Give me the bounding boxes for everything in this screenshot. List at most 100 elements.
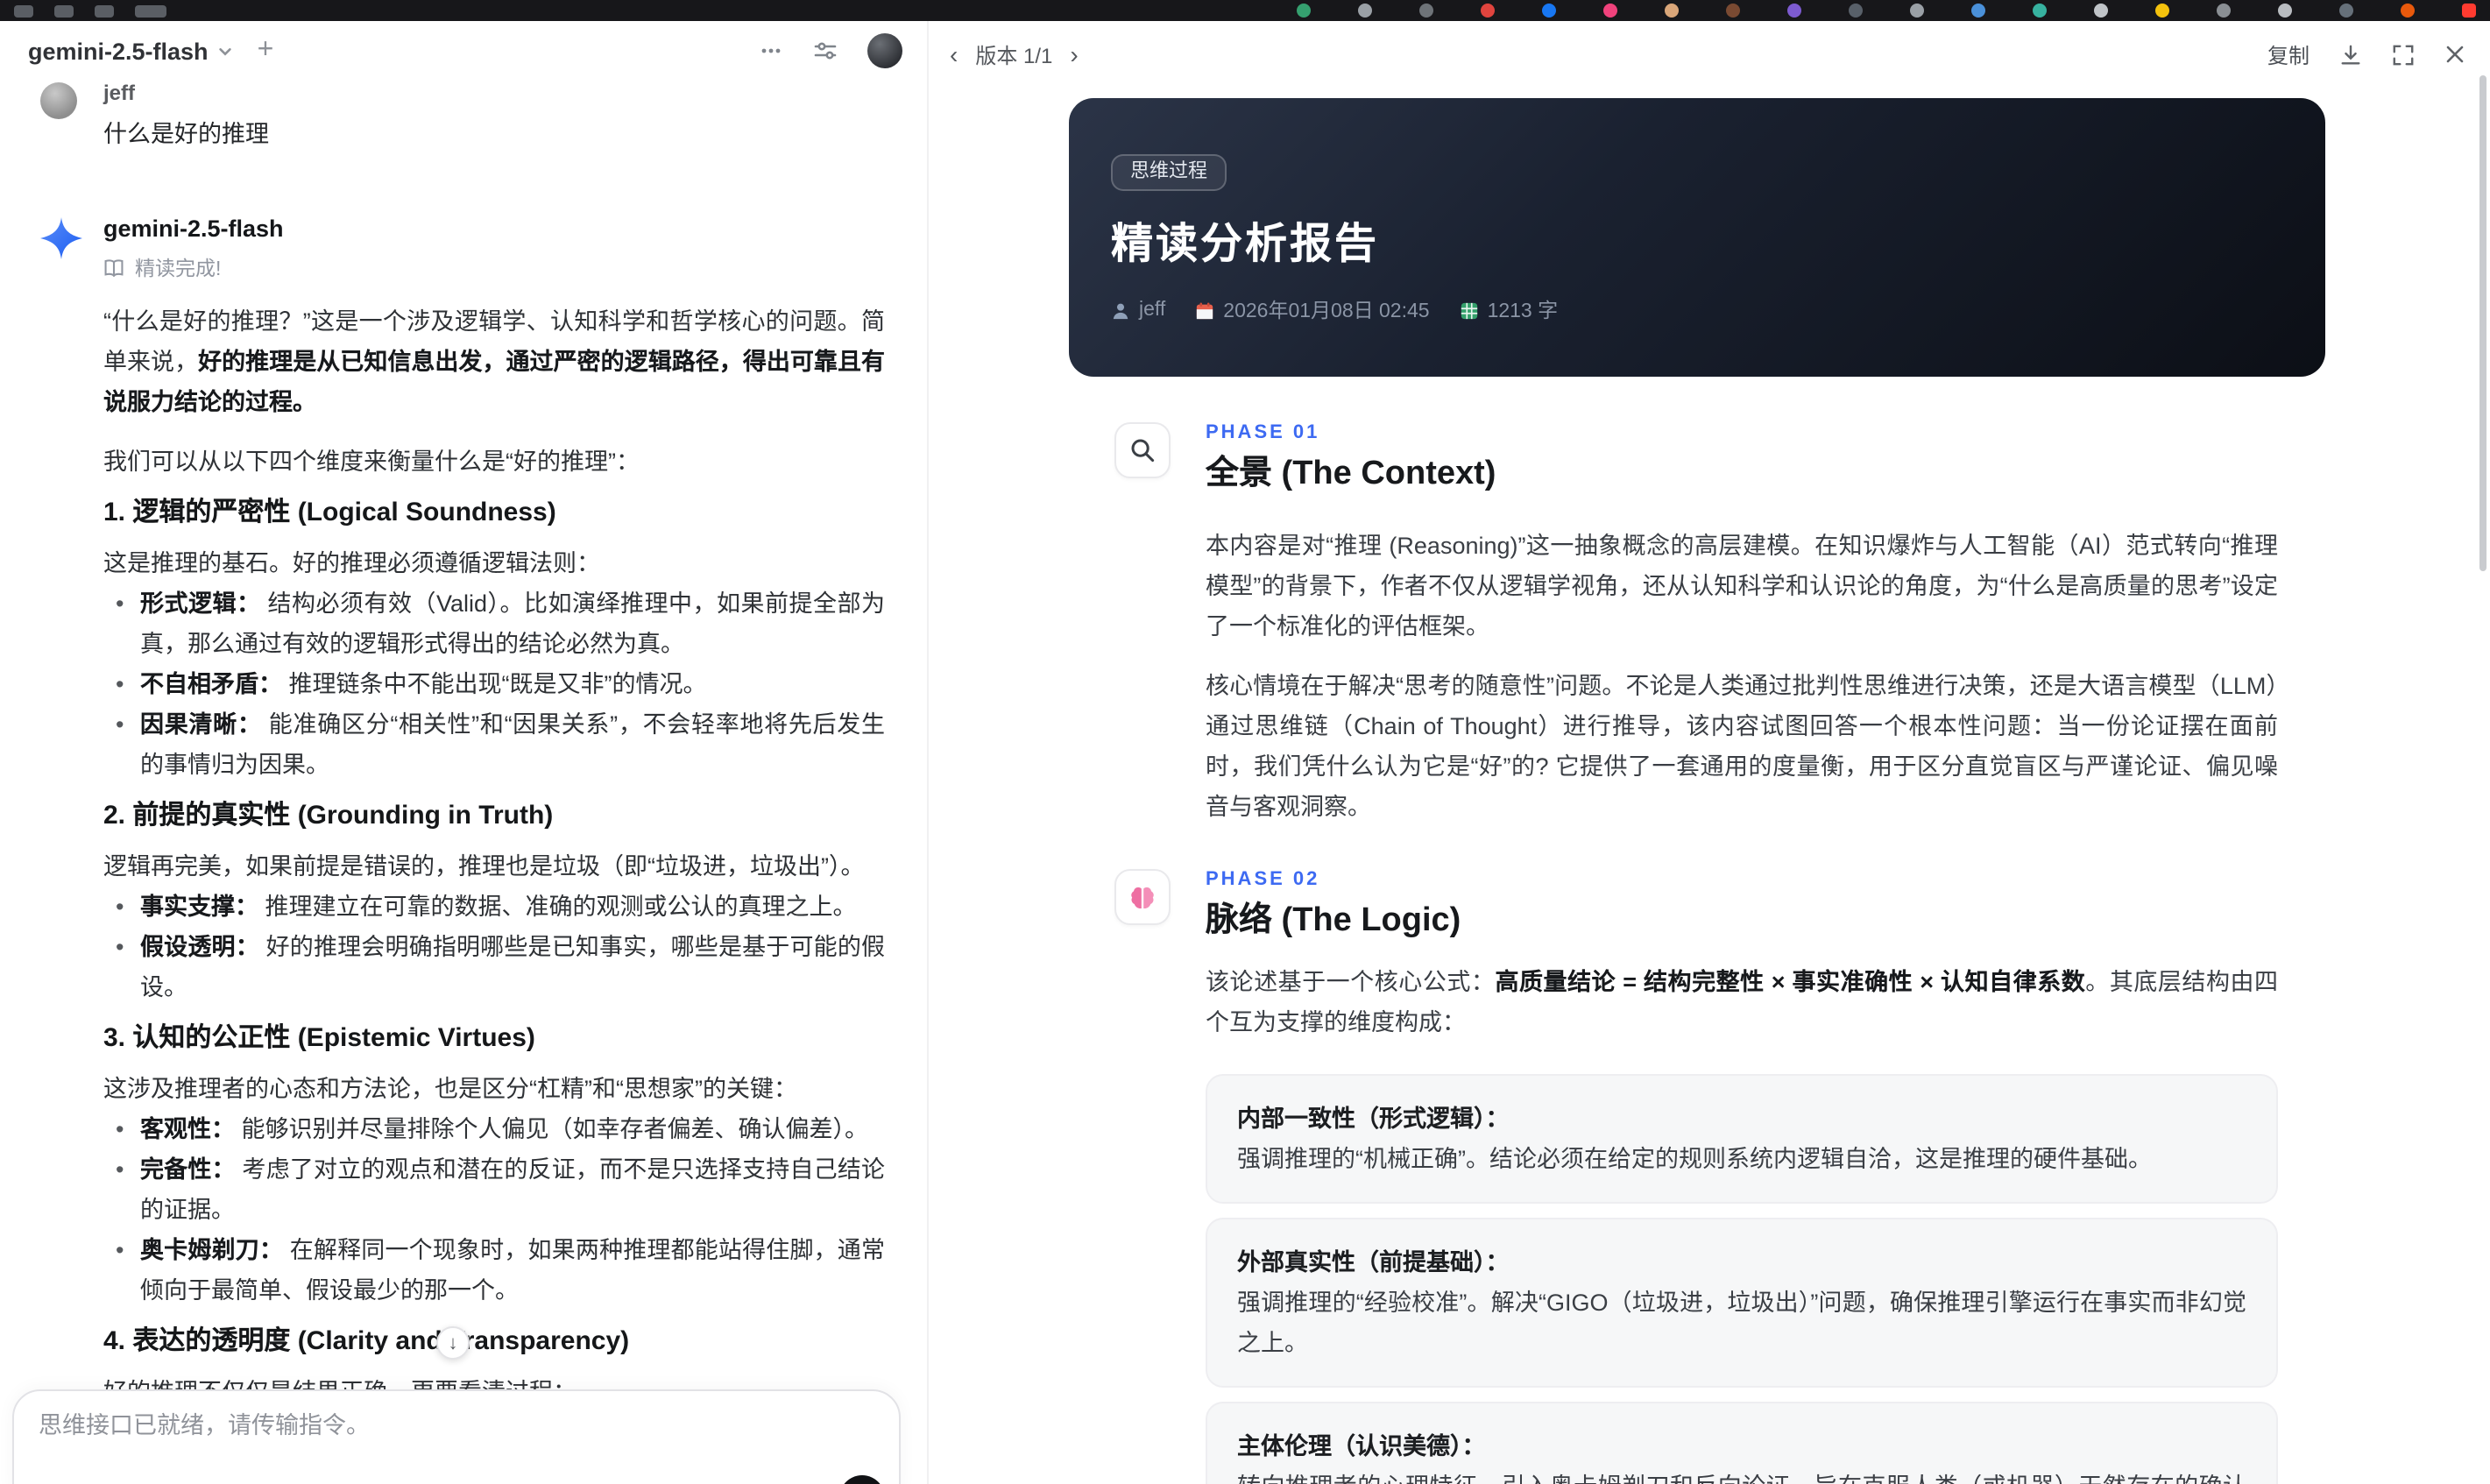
app-status-icon[interactable] — [1542, 4, 1556, 18]
section-heading: 3. 认知的公正性 (Epistemic Virtues) — [103, 1023, 535, 1053]
menubar — [0, 0, 2490, 21]
card-text: 转向推理者的心理特征。引入奥卡姆剃刀和反向论证，旨在克服人类（或机器）天然存在的… — [1237, 1466, 2246, 1484]
app-status-icon[interactable] — [1849, 4, 1863, 18]
gemini-star-icon — [40, 217, 103, 259]
app-status-icon[interactable] — [1910, 4, 1924, 18]
artifact-header: ‹ 版本 1/1 › 复制 — [929, 21, 2490, 88]
card-title: 外部真实性（前提基础）： — [1237, 1249, 1510, 1276]
chat-header: gemini-2.5-flash + — [0, 21, 927, 81]
app-status-icon[interactable] — [2339, 4, 2353, 18]
card-text: 强调推理的“机械正确”。结论必须在给定的规则系统内逻辑自洽，这是推理的硬件基础。 — [1237, 1146, 2152, 1172]
phase-section: PHASE 01 全景 (The Context) 本内容是对“推理 (Reas… — [1069, 422, 2325, 827]
phase-label: PHASE 01 — [1206, 422, 1320, 443]
voice-input-button[interactable] — [839, 1475, 885, 1484]
assistant-message: gemini-2.5-flash 精读完成! “什么是好的推理？”这是一个涉及逻… — [40, 216, 885, 1484]
reading-status: 精读完成! — [103, 254, 885, 282]
section-heading: 2. 前提的真实性 (Grounding in Truth) — [103, 801, 554, 830]
phase-title: 脉络 (The Logic) — [1206, 902, 1461, 939]
app-status-icon[interactable] — [2094, 4, 2108, 18]
app-status-icon[interactable] — [2155, 4, 2169, 18]
user-message: jeff 什么是好的推理 — [40, 81, 885, 152]
app-status-icon[interactable] — [1481, 4, 1495, 18]
model-selector[interactable]: gemini-2.5-flash — [28, 38, 209, 64]
bullet-list: 客观性： 能够识别并尽量排除个人偏见（如幸存者偏差、确认偏差）。 完备性： 考虑… — [103, 1109, 885, 1311]
menubar-app-icon[interactable] — [54, 4, 74, 17]
scroll-to-bottom-button[interactable]: ↓ — [436, 1326, 470, 1360]
menubar-app-icon[interactable] — [95, 4, 114, 17]
download-icon[interactable] — [2339, 43, 2362, 66]
chat-scroll-area[interactable]: jeff 什么是好的推理 gemini-2.5-flash 精读完成! “什么是… — [0, 81, 927, 1484]
assistant-paragraph: “什么是好的推理？”这是一个涉及逻辑学、认知科学和哲学核心的问题。简单来说，好的… — [103, 308, 885, 415]
list-item: 形式逻辑： 结构必须有效（Valid）。比如演绎推理中，如果前提全部为真，那么通… — [116, 583, 885, 664]
status-text: 精读完成! — [135, 259, 222, 280]
copy-button[interactable]: 复制 — [2267, 39, 2310, 69]
report-hero-card: 思维过程 精读分析报告 jeff 2026年01月08日 02:45 1213 … — [1069, 98, 2325, 377]
assistant-paragraph: 我们可以从以下四个维度来衡量什么是“好的推理”： — [103, 449, 640, 475]
magnifier-icon — [1114, 422, 1171, 478]
report-title: 精读分析报告 — [1111, 221, 1379, 268]
list-item: 不自相矛盾： 推理链条中不能出现“既是又非”的情况。 — [116, 664, 885, 704]
list-item: 因果清晰： 能准确区分“相关性”和“因果关系”，不会轻率地将先后发生的事情归为因… — [116, 704, 885, 785]
card-title: 内部一致性（形式逻辑）： — [1237, 1106, 1510, 1132]
user-avatar[interactable] — [867, 33, 902, 68]
version-label: 版本 1/1 — [975, 43, 1053, 67]
new-chat-button[interactable]: + — [258, 36, 274, 64]
artifact-scroll-area[interactable]: 思维过程 精读分析报告 jeff 2026年01月08日 02:45 1213 … — [929, 88, 2490, 1484]
chevron-down-icon[interactable] — [217, 43, 233, 59]
app-status-icon[interactable] — [2462, 4, 2476, 18]
close-icon[interactable] — [2444, 44, 2465, 65]
app-status-icon[interactable] — [2401, 4, 2415, 18]
phase-title: 全景 (The Context) — [1206, 456, 1496, 492]
calendar-icon — [1195, 300, 1214, 320]
avatar — [40, 82, 77, 119]
list-item: 假设透明： 好的推理会明确指明哪些是已知事实，哪些是基于可能的假设。 — [116, 927, 885, 1007]
app-status-icon[interactable] — [2278, 4, 2292, 18]
app-status-icon[interactable] — [2033, 4, 2047, 18]
section-heading: 1. 逻辑的严密性 (Logical Soundness) — [103, 498, 556, 527]
message-text: 什么是好的推理 — [103, 121, 269, 147]
dimension-card: 主体伦理（认识美德）： 转向推理者的心理特征。引入奥卡姆剃刀和反向论证，旨在克服… — [1206, 1402, 2278, 1484]
app-status-icon[interactable] — [1971, 4, 1985, 18]
phase-section: PHASE 02 脉络 (The Logic) 该论述基于一个核心公式：高质量结… — [1069, 869, 2325, 1484]
bullet-list: 形式逻辑： 结构必须有效（Valid）。比如演绎推理中，如果前提全部为真，那么通… — [103, 583, 885, 785]
dimension-card: 内部一致性（形式逻辑）： 强调推理的“机械正确”。结论必须在给定的规则系统内逻辑… — [1206, 1074, 2278, 1204]
list-item: 客观性： 能够识别并尽量排除个人偏见（如幸存者偏差、确认偏差）。 — [116, 1109, 885, 1149]
dimension-card: 外部真实性（前提基础）： 强调推理的“经验校准”。解决“GIGO（垃圾进，垃圾出… — [1206, 1218, 2278, 1388]
menubar-app-icon[interactable] — [135, 4, 166, 17]
chat-composer[interactable]: 思维接口已就绪，请传输指令。 — [12, 1389, 901, 1484]
fullscreen-icon[interactable] — [2392, 43, 2415, 66]
report-badge: 思维过程 — [1111, 154, 1227, 191]
app-status-icon[interactable] — [1665, 4, 1679, 18]
version-nav: ‹ 版本 1/1 › — [950, 39, 1079, 69]
app-status-icon[interactable] — [1787, 4, 1801, 18]
app-status-icon[interactable] — [2217, 4, 2231, 18]
card-text: 强调推理的“经验校准”。解决“GIGO（垃圾进，垃圾出）”问题，确保推理引擎运行… — [1237, 1290, 2246, 1356]
core-formula: 该论述基于一个核心公式：高质量结论 = 结构完整性 × 事实准确性 × 认知自律… — [1206, 969, 2279, 1035]
chat-panel: gemini-2.5-flash + jeff 什么是好的推理 gemini-2… — [0, 21, 929, 1484]
app-status-icon[interactable] — [1358, 4, 1372, 18]
section-heading: 4. 表达的透明度 (Clarity and Transparency) — [103, 1326, 630, 1356]
report-word-count: 1213 字 — [1487, 301, 1559, 322]
more-options-icon[interactable] — [759, 39, 783, 63]
section-desc: 这是推理的基石。好的推理必须遵循逻辑法则： — [103, 550, 600, 576]
scrollbar-thumb[interactable] — [2479, 75, 2486, 571]
app-status-icon[interactable] — [1726, 4, 1740, 18]
menubar-status-icons — [1297, 4, 2476, 18]
prev-version-button[interactable]: ‹ — [950, 42, 958, 67]
menubar-app-icon[interactable] — [14, 4, 33, 17]
message-author: gemini-2.5-flash — [103, 216, 284, 242]
app-status-icon[interactable] — [1603, 4, 1617, 18]
artifact-panel: ‹ 版本 1/1 › 复制 思维过程 精读分析报告 jeff 2026年01月0… — [929, 21, 2490, 1484]
settings-sliders-icon[interactable] — [813, 39, 838, 63]
chat-input[interactable]: 思维接口已就绪，请传输指令。 — [39, 1412, 874, 1440]
phase-paragraph: 核心情境在于解决“思考的随意性”问题。不论是人类通过批判性思维进行决策，还是大语… — [1206, 673, 2278, 820]
app-window: gemini-2.5-flash + jeff 什么是好的推理 gemini-2… — [0, 21, 2490, 1484]
menubar-left-icons — [14, 4, 166, 17]
phase-paragraph: 本内容是对“推理 (Reasoning)”这一抽象概念的高层建模。在知识爆炸与人… — [1206, 533, 2278, 640]
brain-icon — [1114, 869, 1171, 925]
app-status-icon[interactable] — [1297, 4, 1311, 18]
app-status-icon[interactable] — [1419, 4, 1433, 18]
next-version-button[interactable]: › — [1070, 42, 1078, 67]
author-icon — [1111, 300, 1130, 320]
bullet-list: 事实支撑： 推理建立在可靠的数据、准确的观测或公认的真理之上。 假设透明： 好的… — [103, 887, 885, 1007]
